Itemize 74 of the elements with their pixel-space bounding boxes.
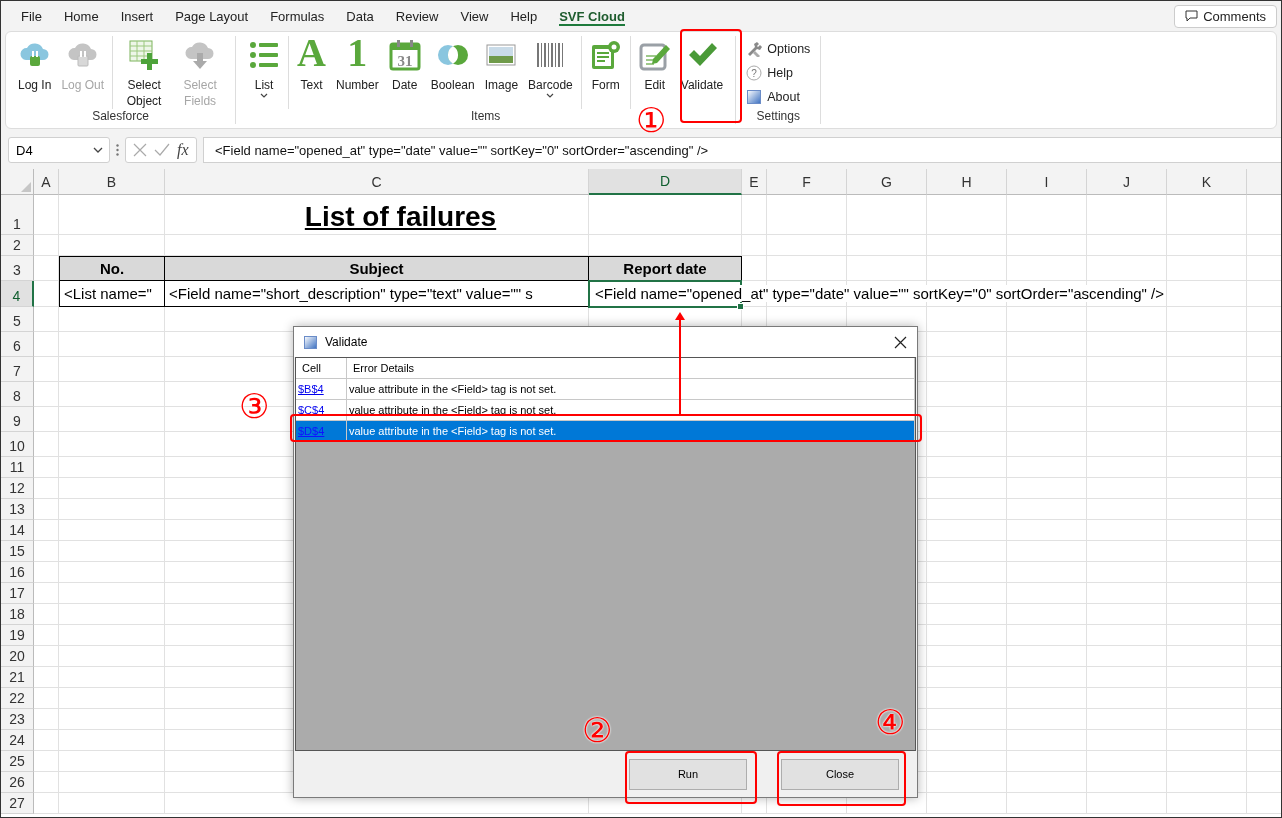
barcode-button[interactable]: Barcode: [523, 36, 578, 109]
text-button[interactable]: A Text: [292, 36, 331, 109]
close-button[interactable]: [894, 335, 907, 349]
help-button[interactable]: ? Help: [743, 63, 814, 83]
step-number: ①: [636, 102, 667, 138]
menu-tab[interactable]: Review: [384, 1, 450, 31]
menu-tab[interactable]: Page Layout: [164, 1, 260, 31]
menu-tab[interactable]: SVF Cloud: [548, 1, 636, 31]
table-cell: <Field name="short_description" type="text" value="" s: [165, 281, 589, 307]
menu-tab[interactable]: Help: [499, 1, 549, 31]
column-heading: Report date: [589, 256, 742, 281]
column-header[interactable]: Error Details: [347, 358, 915, 378]
group-label: Items: [471, 109, 501, 123]
group-label: Salesforce: [92, 109, 149, 123]
question-circle-icon: ?: [746, 65, 763, 81]
step-number: ④: [875, 704, 906, 740]
run-button[interactable]: Run: [629, 758, 747, 790]
close-dialog-button[interactable]: Close: [781, 758, 899, 790]
boolean-button[interactable]: Boolean: [425, 36, 480, 109]
list-icon: [248, 39, 281, 71]
menu-tab[interactable]: Data: [335, 1, 385, 31]
menu-tab[interactable]: Home: [52, 1, 110, 31]
log-in-button[interactable]: Log In: [13, 36, 57, 109]
menu-tab[interactable]: File: [10, 1, 53, 31]
number-button[interactable]: 1 Number: [330, 36, 384, 109]
column-header[interactable]: D: [589, 169, 742, 195]
select-object-button[interactable]: Select Object: [116, 36, 173, 109]
error-details: value attribute in the <Field> tag is not set.: [349, 383, 557, 395]
date-button[interactable]: 31 Date: [383, 36, 426, 109]
form-gear-icon: [589, 39, 622, 71]
column-heading: No.: [59, 256, 165, 281]
menu-tab[interactable]: Insert: [109, 1, 165, 31]
formula-field[interactable]: <Field name="opened_at" type="date" value="" sortKey="0" sortOrder="ascending" />: [203, 137, 1281, 163]
cell-reference: D4: [16, 142, 33, 158]
image-button[interactable]: Image: [479, 36, 524, 109]
menu-tab[interactable]: Formulas: [259, 1, 336, 31]
menu-tab[interactable]: View: [449, 1, 500, 31]
about-button[interactable]: About: [743, 87, 814, 107]
window-icon: [304, 335, 317, 349]
step-number: ②: [582, 712, 613, 748]
letter-icon: A: [297, 35, 326, 71]
sheet-title: List of failures: [304, 200, 497, 234]
select-all-icon: [21, 182, 31, 192]
validate-button[interactable]: Validate: [675, 36, 729, 109]
group-label: Settings: [756, 109, 800, 123]
name-box[interactable]: D4: [8, 137, 110, 163]
calendar-icon: 31: [388, 39, 421, 71]
caret-icon: [93, 147, 103, 153]
table-cell: <Field name="opened_at" type="date" value="" sortKey="0" sortOrder="ascending" />: [594, 285, 1165, 302]
comments-button[interactable]: Comments: [1174, 4, 1277, 28]
close-icon: [894, 335, 907, 349]
vertical-dots-icon: [116, 144, 119, 156]
cancel-icon: [133, 143, 148, 157]
column-header[interactable]: Cell: [296, 358, 347, 378]
error-row[interactable]: $B$4 value attribute in the <Field> tag is not set.: [296, 379, 915, 400]
column-heading: Subject: [165, 256, 589, 281]
error-details: value attribute in the <Field> tag is not set.: [349, 425, 557, 437]
form-button[interactable]: Form: [584, 36, 627, 109]
list-button[interactable]: List: [243, 36, 286, 109]
row-header[interactable]: 4: [1, 281, 34, 307]
function-icon[interactable]: fx: [177, 141, 189, 159]
check-icon: [154, 143, 171, 157]
tools-icon: [746, 41, 763, 57]
table-cell: <List name=": [59, 281, 165, 307]
gradient-square-icon: [746, 89, 763, 105]
table-plus-icon: [128, 39, 161, 71]
speech-bubble-icon: [1185, 10, 1199, 22]
error-row[interactable]: $D$4 value attribute in the <Field> tag is not set.: [296, 421, 915, 442]
digit-icon: 1: [347, 35, 368, 71]
step-number: ③: [239, 388, 270, 424]
cell-link[interactable]: $B$4: [298, 383, 324, 395]
options-button[interactable]: Options: [743, 39, 814, 59]
cell-link[interactable]: $C$4: [298, 404, 325, 416]
dialog-title: Validate: [325, 335, 369, 349]
